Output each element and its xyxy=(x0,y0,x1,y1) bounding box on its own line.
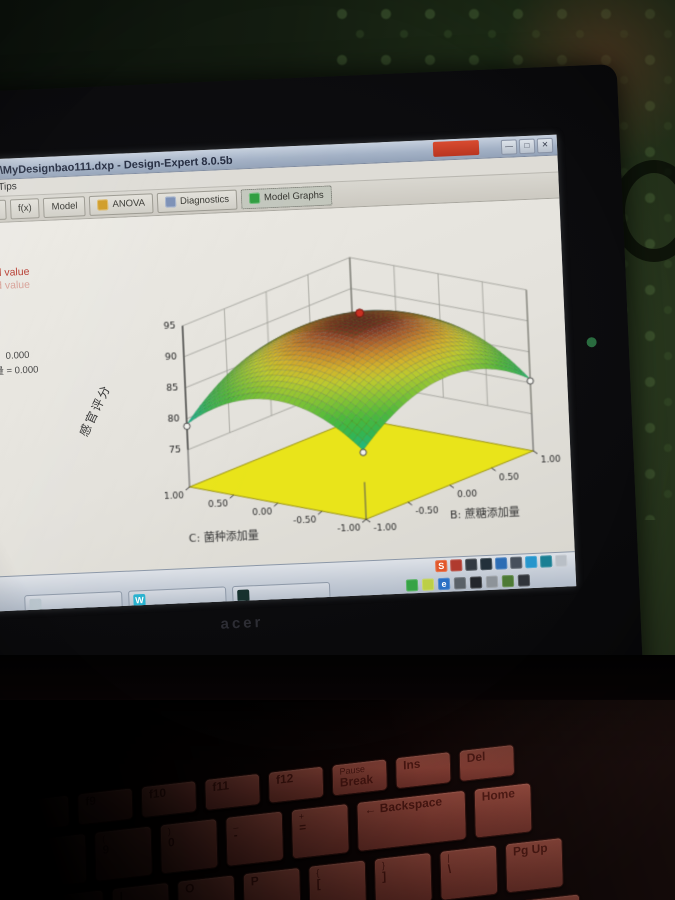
keyboard-key-pgup: Pg Up xyxy=(504,836,564,894)
tray-icon[interactable] xyxy=(501,574,515,588)
tray-icon[interactable] xyxy=(509,556,523,570)
laptop-brand-logo: acer xyxy=(220,613,264,633)
menu-item-tips[interactable]: Tips xyxy=(0,181,17,193)
keyboard-key-pgdn: Pg Dn xyxy=(522,893,582,900)
window-controls: — □ ✕ xyxy=(500,137,554,156)
tray-icon[interactable] xyxy=(469,576,483,589)
factor-value-line1: 0.000 xyxy=(5,349,30,362)
taskbar-app-icon xyxy=(29,597,42,611)
toolbar-button-label: f(x) xyxy=(17,202,32,215)
keyboard-key-o: O xyxy=(177,874,236,900)
toolbar-button-diagnostics[interactable]: Diagnostics xyxy=(156,189,238,213)
z-axis-label: 感官评分 xyxy=(76,382,114,439)
keyboard-key-f12: f12 xyxy=(267,765,325,804)
keyboard-key-: + = xyxy=(290,802,350,860)
keyboard: f7f8f9f10f11f12PauseBreakInsDel&7*8(9)0_… xyxy=(0,708,675,900)
tray-icon[interactable] xyxy=(554,554,568,568)
keyboard-key-del: Del xyxy=(458,743,516,783)
toolbar-button-model[interactable]: Model xyxy=(43,195,86,218)
tray-icon[interactable]: S xyxy=(434,559,448,573)
minimize-button[interactable]: — xyxy=(500,139,518,156)
taskbar-app-icon: W xyxy=(133,593,146,606)
tray-icon[interactable] xyxy=(421,578,435,591)
close-button[interactable]: ✕ xyxy=(536,137,554,154)
tray-icon[interactable] xyxy=(449,559,463,572)
tray-icon[interactable] xyxy=(517,574,531,587)
tray-icon[interactable] xyxy=(453,576,467,590)
toolbar-button-label: ANOVA xyxy=(112,197,146,211)
keyboard-key-8: * 8 xyxy=(28,832,88,890)
toolbar-button-anova[interactable]: ANOVA xyxy=(89,192,154,216)
maximize-button[interactable]: □ xyxy=(518,138,536,155)
toolbar-button-label: Model xyxy=(51,200,78,213)
factor-value-line2: 量 = 0.000 xyxy=(0,364,39,378)
tray-icon[interactable] xyxy=(464,558,478,571)
graph-client-area: redicted value redicted value 0.000 量 = … xyxy=(0,198,577,578)
toolbar-button-y[interactable]: y xyxy=(0,199,7,221)
toolbar-button-label: Model Graphs xyxy=(263,189,324,204)
keyboard-key-p: P xyxy=(242,866,302,900)
keyboard-key-0: ) 0 xyxy=(159,817,219,875)
keyboard-key-break: Pause Break xyxy=(331,758,388,797)
keyboard-key-f10: f10 xyxy=(140,779,198,819)
legend-predicted-value-2: redicted value xyxy=(0,278,31,294)
toolbar-button-label: Diagnostics xyxy=(179,193,230,208)
keyboard-key-f7: f7 xyxy=(0,801,7,841)
keyboard-key-: | \ xyxy=(439,844,499,900)
keyboard-key-: }] xyxy=(373,851,433,900)
system-tray-row1: S xyxy=(434,554,568,573)
keyboard-key-f11: f11 xyxy=(204,772,261,812)
tray-icon[interactable] xyxy=(405,579,419,592)
keyboard-key-u: U xyxy=(45,889,105,900)
system-tray-row2: e xyxy=(405,574,531,592)
keyboard-key-y: Y xyxy=(0,896,40,900)
tray-icon[interactable]: e xyxy=(437,577,451,591)
bezel-sticker xyxy=(586,337,597,348)
tray-icon[interactable] xyxy=(494,557,508,570)
keyboard-key-f9: f9 xyxy=(77,787,134,826)
keyboard-key-home: Home xyxy=(473,782,533,839)
toolbar-button-model-graphs[interactable]: Model Graphs xyxy=(240,184,333,209)
taskbar-app-icon xyxy=(237,588,250,602)
tray-icon[interactable] xyxy=(524,555,538,569)
diagnostics-icon xyxy=(164,196,177,208)
surface-plot[interactable] xyxy=(154,233,577,552)
model-graphs-icon xyxy=(248,192,261,205)
keyboard-key-i: I xyxy=(111,881,171,900)
keyboard-key-: _ - xyxy=(225,810,285,868)
keyboard-key-ins: Ins xyxy=(395,750,452,790)
anova-icon xyxy=(97,199,109,211)
keyboard-area: f7f8f9f10f11f12PauseBreakInsDel&7*8(9)0_… xyxy=(0,700,675,900)
tray-icon[interactable] xyxy=(539,555,553,568)
keyboard-key-9: (9 xyxy=(94,825,153,883)
screen: b ( 原版 ) \MyDesignbao111.dxp - Design-Ex… xyxy=(0,134,577,613)
keyboard-key-backspace: ← Backspace xyxy=(356,789,467,853)
keyboard-key-f8: f8 xyxy=(13,794,70,833)
keyboard-key-: {[ xyxy=(308,859,368,900)
highlighted-close-button[interactable] xyxy=(432,139,480,157)
keyboard-key-7: &7 xyxy=(0,840,22,897)
tray-icon[interactable] xyxy=(479,557,493,571)
photo-scene: acer b ( 原版 ) \MyDesignbao111.dxp - Desi… xyxy=(0,0,675,900)
tray-icon[interactable] xyxy=(485,575,499,589)
toolbar-button-f-x-[interactable]: f(x) xyxy=(9,197,41,219)
